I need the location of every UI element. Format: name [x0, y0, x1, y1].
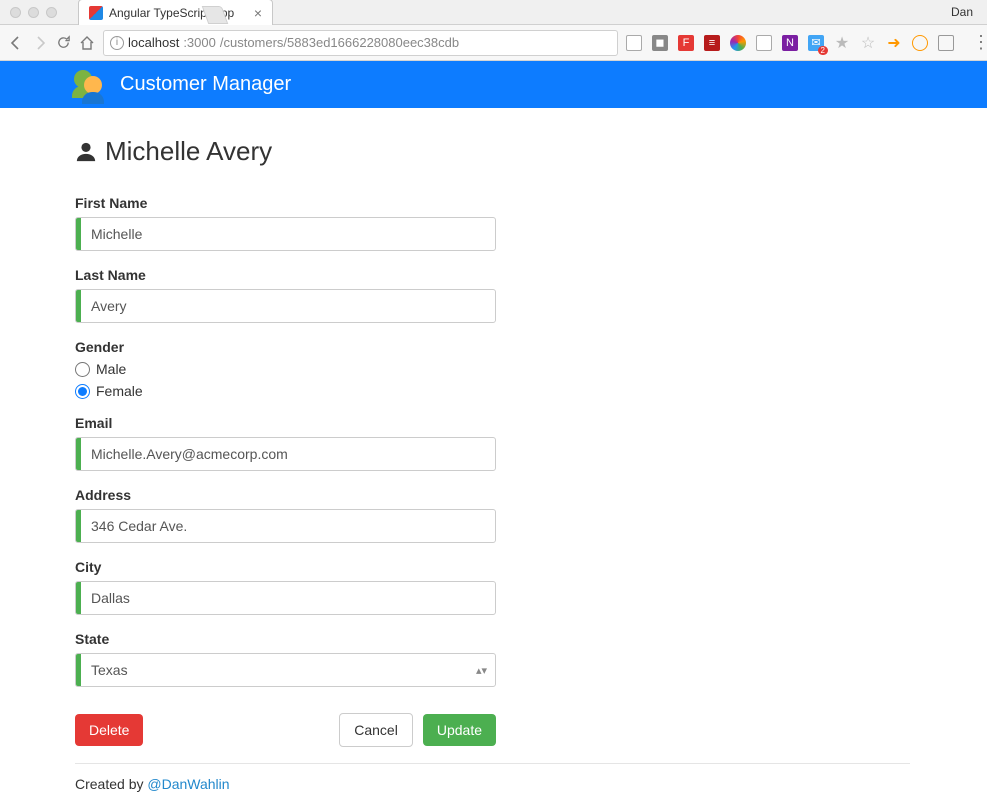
close-window-button[interactable] — [10, 7, 21, 18]
extension-icon[interactable]: ⏱ — [626, 35, 642, 51]
reload-button[interactable] — [56, 34, 71, 52]
app-logo-icon — [74, 70, 110, 100]
form-group-email: Email — [75, 415, 496, 471]
form-group-gender: Gender Male Female — [75, 339, 496, 399]
extension-icon[interactable] — [730, 35, 746, 51]
gender-radio-female[interactable] — [75, 384, 90, 399]
forward-button[interactable] — [32, 34, 48, 52]
browser-toolbar: i localhost :3000/customers/5883ed1666228… — [0, 25, 987, 61]
extension-icon[interactable] — [938, 35, 954, 51]
state-select[interactable]: Texas — [81, 654, 468, 686]
form-group-last-name: Last Name — [75, 267, 496, 323]
address-label: Address — [75, 487, 496, 503]
update-button[interactable]: Update — [423, 714, 496, 746]
page-footer: Created by @DanWahlin — [75, 763, 910, 792]
home-button[interactable] — [79, 34, 95, 52]
extension-icon[interactable] — [912, 35, 928, 51]
last-name-input[interactable] — [81, 290, 495, 322]
footer-prefix: Created by — [75, 776, 147, 792]
extension-icon[interactable]: ★ — [834, 35, 850, 51]
form-group-address: Address — [75, 487, 496, 543]
gender-option-female: Female — [96, 383, 143, 399]
extension-icon[interactable]: ➜ — [886, 35, 902, 51]
page-heading: Michelle Avery — [75, 136, 910, 167]
url-port: :3000 — [183, 35, 216, 50]
url-host: localhost — [128, 35, 179, 50]
email-input[interactable] — [81, 438, 495, 470]
maximize-window-button[interactable] — [46, 7, 57, 18]
last-name-label: Last Name — [75, 267, 496, 283]
extension-icon[interactable]: ☆ — [860, 35, 876, 51]
browser-menu-button[interactable]: ⋮ — [966, 32, 987, 53]
close-tab-icon[interactable]: × — [254, 5, 262, 21]
back-button[interactable] — [8, 34, 24, 52]
gender-option-male: Male — [96, 361, 126, 377]
app-title: Customer Manager — [120, 73, 291, 96]
page-content: Michelle Avery First Name Last Name Gend… — [0, 108, 910, 792]
extension-icon[interactable]: ▭ — [756, 35, 772, 51]
first-name-label: First Name — [75, 195, 496, 211]
address-bar[interactable]: i localhost :3000/customers/5883ed1666228… — [103, 30, 618, 56]
gender-radio-male[interactable] — [75, 362, 90, 377]
person-icon — [75, 141, 97, 163]
extension-icon[interactable]: ◼ — [652, 35, 668, 51]
gender-label: Gender — [75, 339, 496, 355]
first-name-input[interactable] — [81, 218, 495, 250]
window-controls — [0, 7, 57, 18]
extension-icon[interactable]: ✉ — [808, 35, 824, 51]
tab-favicon-icon — [89, 6, 103, 20]
cancel-button[interactable]: Cancel — [339, 713, 413, 747]
delete-button[interactable]: Delete — [75, 714, 143, 746]
state-label: State — [75, 631, 496, 647]
chevron-updown-icon: ▴▾ — [468, 664, 495, 677]
extension-icon[interactable]: N — [782, 35, 798, 51]
footer-author-link[interactable]: @DanWahlin — [147, 776, 229, 792]
app-banner: Customer Manager — [0, 61, 987, 108]
form-group-first-name: First Name — [75, 195, 496, 251]
profile-name[interactable]: Dan — [951, 5, 973, 19]
minimize-window-button[interactable] — [28, 7, 39, 18]
form-actions: Delete Cancel Update — [75, 713, 496, 747]
url-path: /customers/5883ed1666228080eec38cdb — [220, 35, 459, 50]
site-info-icon[interactable]: i — [110, 36, 124, 50]
browser-tab[interactable]: Angular TypeScript App × — [78, 0, 273, 25]
city-label: City — [75, 559, 496, 575]
form-group-state: State Texas ▴▾ — [75, 631, 496, 687]
customer-name-heading: Michelle Avery — [105, 136, 272, 167]
address-input[interactable] — [81, 510, 495, 542]
city-input[interactable] — [81, 582, 495, 614]
extension-icon[interactable]: F — [678, 35, 694, 51]
extension-icon[interactable]: ≡ — [704, 35, 720, 51]
email-label: Email — [75, 415, 496, 431]
extensions-row: ⏱ ◼ F ≡ ▭ N ✉ ★ ☆ ➜ — [626, 35, 958, 51]
browser-tab-strip: Angular TypeScript App × Dan — [0, 0, 987, 25]
form-group-city: City — [75, 559, 496, 615]
